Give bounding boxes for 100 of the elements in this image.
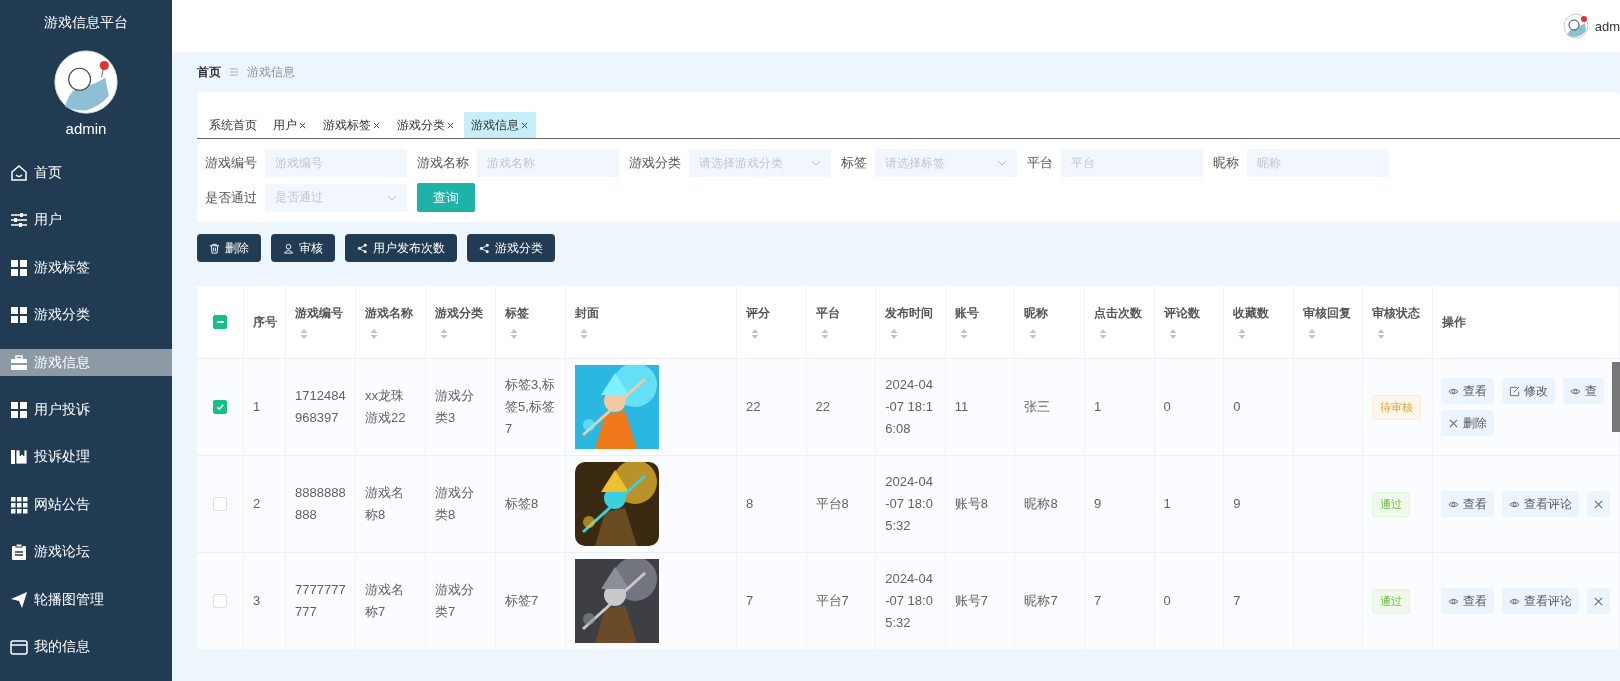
sort-icon[interactable] <box>1377 327 1386 340</box>
tab[interactable]: 游戏标签 <box>316 112 388 138</box>
close-icon[interactable] <box>520 120 529 130</box>
menu-item[interactable]: 用户 <box>0 206 172 234</box>
table-cell-text: 标签8 <box>505 495 539 513</box>
row-action-button[interactable] <box>1586 588 1610 614</box>
column-header[interactable]: 游戏名称 <box>365 304 413 322</box>
paper-plane-icon <box>10 590 28 609</box>
row-action-button[interactable]: 查看 <box>1440 378 1494 404</box>
table-cell-text: 22 <box>815 398 831 416</box>
tab[interactable]: 游戏分类 <box>390 112 462 138</box>
column-header[interactable]: 收藏数 <box>1233 304 1270 322</box>
sort-icon[interactable] <box>1168 327 1177 340</box>
status-tag: 通过 <box>1372 588 1411 614</box>
tab[interactable]: 系统首页 <box>202 112 264 138</box>
sort-icon[interactable] <box>580 327 588 340</box>
table-cell-text: 标签7 <box>505 592 539 610</box>
sort-icon[interactable] <box>440 327 448 340</box>
column-header[interactable]: 账号 <box>954 304 979 322</box>
sort-icon[interactable] <box>1098 327 1107 340</box>
tab[interactable]: 游戏信息 <box>464 112 536 138</box>
menu-item[interactable]: 投诉处理 <box>0 443 172 472</box>
breadcrumb-current: 游戏信息 <box>247 63 295 81</box>
close-icon <box>1592 498 1604 510</box>
column-header[interactable]: 标签 <box>505 304 529 322</box>
column-header[interactable]: 昵称 <box>1024 304 1049 322</box>
row-action-button[interactable] <box>1586 491 1610 517</box>
action-button[interactable]: 审核 <box>271 234 335 262</box>
action-button[interactable]: 用户发布次数 <box>345 234 457 262</box>
menu-item[interactable]: 轮播图管理 <box>0 586 172 614</box>
row-action-button[interactable]: 修改 <box>1501 378 1555 404</box>
avatar[interactable] <box>1562 13 1589 39</box>
menu-item[interactable]: 游戏分类 <box>0 301 172 329</box>
action-button[interactable]: 游戏分类 <box>467 234 555 262</box>
field-label: 平台 <box>1027 154 1053 172</box>
table-cell-text: 游戏名称7 <box>365 581 405 621</box>
row-action-button[interactable]: 查看 <box>1440 491 1494 517</box>
sort-icon[interactable] <box>959 327 968 340</box>
table-cell-text: 2024-04-07 18:05:32 <box>885 570 934 632</box>
sort-icon[interactable] <box>1307 327 1316 340</box>
column-header[interactable]: 审核状态 <box>1372 304 1421 322</box>
table-cell-text: 3 <box>253 592 261 610</box>
close-icon[interactable] <box>298 120 307 130</box>
edit-icon <box>1508 385 1520 397</box>
sort-icon[interactable] <box>890 327 899 340</box>
table-cell-text: 游戏名称8 <box>365 484 405 524</box>
table-cell-text: 7 <box>746 592 754 610</box>
menu-item[interactable]: 我的信息 <box>0 633 172 661</box>
select-all-checkbox[interactable] <box>213 315 227 329</box>
table-cell-text: 1 <box>253 398 261 416</box>
column-header[interactable]: 点击次数 <box>1093 304 1142 322</box>
menu-item[interactable]: 网站公告 <box>0 491 172 519</box>
chevron-down-icon <box>387 194 397 201</box>
row-action-button[interactable]: 查看 <box>1440 588 1494 614</box>
column-header[interactable]: 游戏编号 <box>295 304 343 322</box>
table-cell-text: xx龙珠游戏22 <box>365 387 407 427</box>
row-checkbox[interactable] <box>213 400 227 414</box>
user-name: admin <box>65 120 107 138</box>
breadcrumb-link[interactable]: 首页 <box>197 63 221 81</box>
sort-icon[interactable] <box>300 327 308 340</box>
column-header[interactable]: 操作 <box>1441 313 1466 331</box>
column-header[interactable]: 发布时间 <box>885 304 934 322</box>
table-cell-text: 7 <box>1233 592 1241 610</box>
menu-item[interactable]: 首页 <box>0 159 172 187</box>
column-header[interactable]: 封面 <box>575 304 599 322</box>
menu-item[interactable]: 用户投诉 <box>0 396 172 424</box>
share-icon <box>357 242 368 254</box>
home-icon <box>10 163 28 182</box>
column-header[interactable]: 评论数 <box>1163 304 1200 322</box>
table-cell-text: 1712484968397 <box>295 387 346 427</box>
scrollbar[interactable] <box>1612 362 1620 432</box>
action-button[interactable]: 删除 <box>197 234 261 262</box>
user-name[interactable]: adm <box>1594 18 1620 34</box>
sort-icon[interactable] <box>510 327 518 340</box>
column-header[interactable]: 平台 <box>815 304 840 322</box>
row-action-button[interactable]: 查 <box>1562 378 1604 404</box>
close-icon[interactable] <box>446 120 455 130</box>
column-header[interactable]: 评分 <box>746 304 770 322</box>
close-icon[interactable] <box>372 120 381 130</box>
table-cell-text: 张三 <box>1024 398 1051 416</box>
table-cell-text: 22 <box>746 398 761 416</box>
table-cell-text: 2024-04-07 18:16:08 <box>885 376 934 438</box>
sort-icon[interactable] <box>1238 327 1247 340</box>
table-cell-text: 1 <box>1093 398 1102 416</box>
sort-icon[interactable] <box>751 327 759 340</box>
column-header[interactable]: 序号 <box>253 313 277 331</box>
menu-item[interactable]: 游戏论坛 <box>0 538 172 567</box>
row-action-button[interactable]: 查看评论 <box>1501 491 1579 517</box>
sort-icon[interactable] <box>1029 327 1038 340</box>
table-cell-text: 9 <box>1233 495 1241 513</box>
row-action-button[interactable]: 查看评论 <box>1501 588 1579 614</box>
menu-item[interactable]: 游戏标签 <box>0 253 172 282</box>
app-title: 游戏信息平台 <box>44 13 128 32</box>
sort-icon[interactable] <box>370 327 378 340</box>
column-header[interactable]: 游戏分类 <box>435 304 483 322</box>
tab[interactable]: 用户 <box>266 112 314 138</box>
check-icon <box>215 402 225 412</box>
column-header[interactable]: 审核回复 <box>1302 304 1351 322</box>
row-action-button[interactable]: 删除 <box>1440 410 1494 436</box>
sort-icon[interactable] <box>820 327 829 340</box>
